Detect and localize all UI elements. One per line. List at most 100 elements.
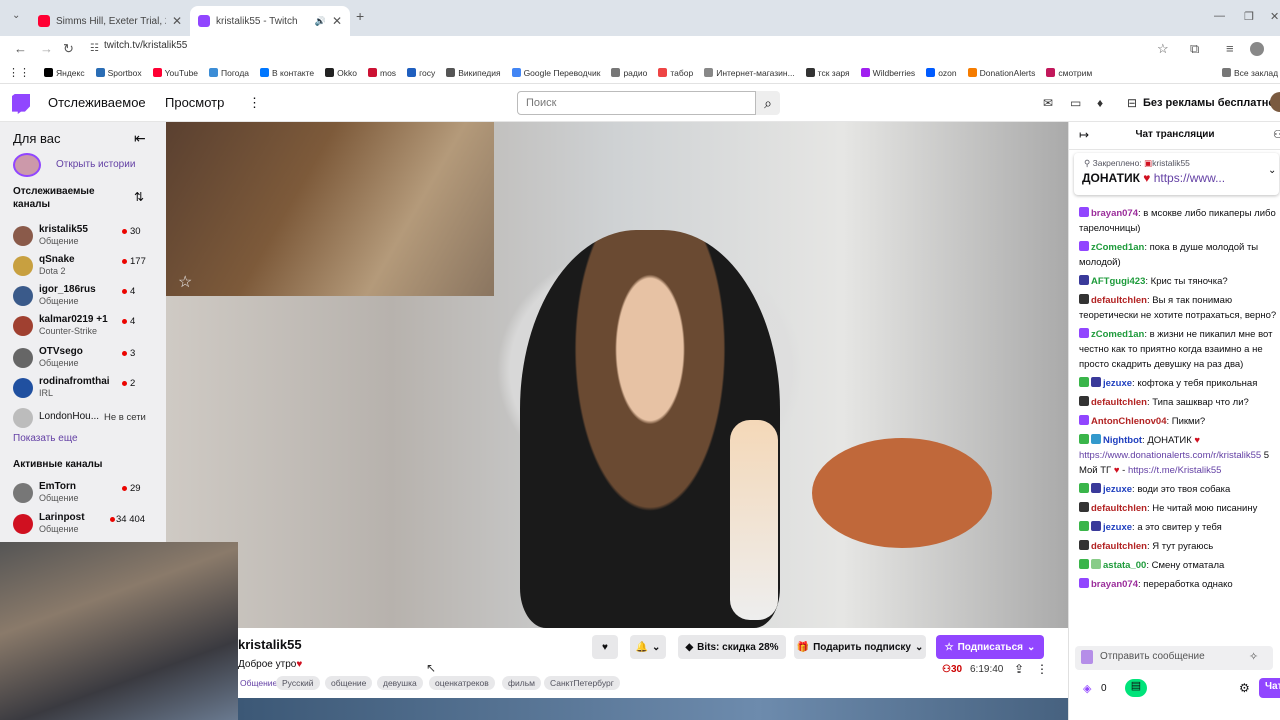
prime-crown-icon[interactable]: ♦ [1097, 96, 1103, 110]
magic-wand-icon[interactable]: ✧ [1249, 650, 1258, 663]
stream-tag[interactable]: девушка [377, 676, 423, 690]
back-arrow-icon[interactable]: ← [14, 41, 27, 56]
followed-channel-item[interactable]: kristalik55 Общение 30 [0, 221, 166, 251]
maximize-window-button[interactable]: ❐ [1244, 10, 1254, 23]
bookmark-item[interactable]: Интернет-магазин... [704, 68, 795, 78]
bookmark-folder[interactable]: радио [611, 68, 647, 78]
all-bookmarks-folder[interactable]: Все заклад [1222, 68, 1278, 78]
search-button[interactable]: ⌕ [756, 91, 780, 115]
browser-tab-youtube[interactable]: Simms Hill, Exeter Trial, 2026, H ✕ [30, 6, 190, 36]
chat-input[interactable]: Отправить сообщение ✧ [1075, 646, 1273, 670]
twitch-top-nav: Отслеживаемое Просмотр ⋮ Поиск ⌕ ✉ ▭ ♦ ⊟… [0, 84, 1280, 122]
nav-browse-link[interactable]: Просмотр [165, 95, 224, 110]
whispers-icon[interactable]: ▭ [1070, 96, 1081, 110]
heart-icon: ♥ [1143, 171, 1151, 185]
bookmark-item[interactable]: госу [407, 68, 435, 78]
close-window-button[interactable]: ✕ [1270, 10, 1279, 23]
follow-heart-button[interactable]: ♥ [592, 635, 618, 659]
active-channel-item[interactable]: Larinpost Общение 34 404 [0, 509, 166, 539]
active-channel-item[interactable]: EmTorn Общение 29 [0, 478, 166, 508]
collapse-sidebar-icon[interactable]: ⇤ [134, 130, 146, 147]
bookmark-item[interactable]: тск заря [805, 68, 850, 78]
bookmark-item[interactable]: Погода [209, 68, 249, 78]
stream-tag[interactable]: Русский [276, 676, 320, 690]
bookmark-item[interactable]: Википедия [446, 68, 501, 78]
search-input[interactable]: Поиск [517, 91, 756, 115]
stream-tag[interactable]: СанктПетербург [544, 676, 620, 690]
reload-icon[interactable]: ↻ [63, 41, 74, 57]
bookmark-item[interactable]: Яндекс [44, 68, 85, 78]
stream-title: Доброе утро♥ [238, 659, 303, 670]
media-controls-icon[interactable]: ≡ [1226, 41, 1234, 56]
bookmark-item[interactable]: смотрим [1046, 68, 1092, 78]
close-tab-icon[interactable]: ✕ [172, 14, 182, 28]
browser-tab-twitch[interactable]: kristalik55 - Twitch 🔊 ✕ [190, 6, 350, 36]
bookmark-item[interactable]: mos [368, 68, 396, 78]
chat-settings-icon[interactable]: ⚙ [1239, 681, 1250, 695]
chat-link[interactable]: https://www.donationalerts.com/r/kristal… [1079, 450, 1261, 461]
more-menu-icon[interactable]: ⋮ [248, 95, 261, 111]
new-tab-button[interactable]: + [356, 8, 364, 24]
pinned-link[interactable]: https://www... [1154, 171, 1225, 185]
user-avatar[interactable] [1270, 92, 1280, 112]
extensions-icon[interactable]: ⧉ [1190, 41, 1199, 57]
followed-channel-item[interactable]: kalmar0219 +1 Counter-Strike 4 [0, 311, 166, 341]
stream-tag[interactable]: общение [325, 676, 373, 690]
chat-message: defaultchlen: Вы я так понимаю теоретиче… [1079, 294, 1277, 321]
bookmark-item[interactable]: Okko [325, 68, 357, 78]
apps-grid-icon[interactable]: ⋮⋮ [8, 66, 30, 79]
show-more-link[interactable]: Показать еще [13, 433, 78, 444]
chevron-down-icon[interactable]: ⌄ [1268, 165, 1276, 176]
chat-users-icon[interactable]: ⚇ [1273, 128, 1280, 141]
channel-points-icon[interactable]: ◈ [1083, 682, 1091, 695]
profile-avatar[interactable] [1250, 42, 1264, 56]
bits-button[interactable]: ◆ Bits: скидка 28% [678, 635, 786, 659]
followed-channel-item[interactable]: qSnake Dota 2 177 [0, 251, 166, 281]
chat-link[interactable]: https://t.me/Kristalik55 [1128, 465, 1221, 476]
pinned-message[interactable]: ⚲ Закреплено: ▣kristalik55 ДОНАТИК ♥ htt… [1074, 153, 1279, 195]
chat-message: brayan074: переработка однако [1079, 577, 1277, 592]
minimize-window-button[interactable]: — [1214, 10, 1225, 22]
channel-points-reward-icon[interactable]: ▤ [1125, 679, 1147, 697]
no-ads-icon[interactable]: ⊟ [1127, 96, 1137, 110]
bookmark-item[interactable]: Google Переводчик [511, 68, 600, 78]
more-options-icon[interactable]: ⋮ [1036, 662, 1048, 676]
bookmark-item[interactable]: В контакте [260, 68, 314, 78]
followed-channel-item[interactable]: igor_186rus Общение 4 [0, 281, 166, 311]
bookmark-item[interactable]: ozon [926, 68, 957, 78]
gift-sub-button[interactable]: 🎁 Подарить подписку ⌄ [794, 635, 926, 659]
inbox-icon[interactable]: ✉ [1043, 96, 1053, 110]
stories-avatar[interactable] [13, 153, 41, 177]
subscribe-button[interactable]: ☆ Подписаться ⌄ [936, 635, 1044, 659]
tab-title: kristalik55 - Twitch [216, 15, 298, 27]
sort-icon[interactable]: ⇅ [134, 190, 144, 204]
bookmark-item[interactable]: YouTube [152, 68, 198, 78]
audio-playing-icon[interactable]: 🔊 [315, 16, 326, 27]
close-tab-icon[interactable]: ✕ [332, 14, 342, 28]
bookmark-item[interactable]: Sportbox [95, 68, 142, 78]
no-ads-button[interactable]: Без рекламы бесплатно [1143, 97, 1275, 109]
forward-arrow-icon[interactable]: → [40, 41, 53, 56]
channel-name[interactable]: kristalik55 [238, 637, 302, 652]
twitch-logo-icon[interactable] [12, 94, 30, 114]
followed-channel-item[interactable]: rodinafromthai IRL 2 [0, 373, 166, 403]
site-info-icon[interactable]: ☷ [90, 43, 99, 54]
chat-send-button[interactable]: Чат [1259, 678, 1280, 698]
bookmark-star-icon[interactable]: ☆ [1157, 41, 1169, 57]
stream-uptime: 6:19:40 [970, 664, 1004, 675]
nav-following-link[interactable]: Отслеживаемое [48, 95, 146, 110]
followed-channel-item[interactable]: OTVsego Общение 3 [0, 343, 166, 373]
share-icon[interactable]: ⇪ [1014, 662, 1024, 676]
bookmark-item[interactable]: Wildberries [860, 68, 915, 78]
stream-tag[interactable]: оценкатреков [429, 676, 495, 690]
notifications-button[interactable]: 🔔 ⌄ [630, 635, 666, 659]
bookmark-item[interactable]: табор [658, 68, 693, 78]
tab-search-icon[interactable]: ⌄ [12, 10, 20, 21]
subscriber-badge-icon [1091, 559, 1101, 569]
stream-tag[interactable]: фильм [502, 676, 541, 690]
followed-channel-item-offline[interactable]: LondonHou... Не в сети [0, 403, 166, 433]
bookmark-favicon-icon [704, 68, 714, 77]
open-stories-link[interactable]: Открыть истории [56, 159, 135, 170]
bookmark-item[interactable]: DonationAlerts [967, 68, 1035, 78]
url-field[interactable]: twitch.tv/kristalik55 [104, 40, 187, 51]
